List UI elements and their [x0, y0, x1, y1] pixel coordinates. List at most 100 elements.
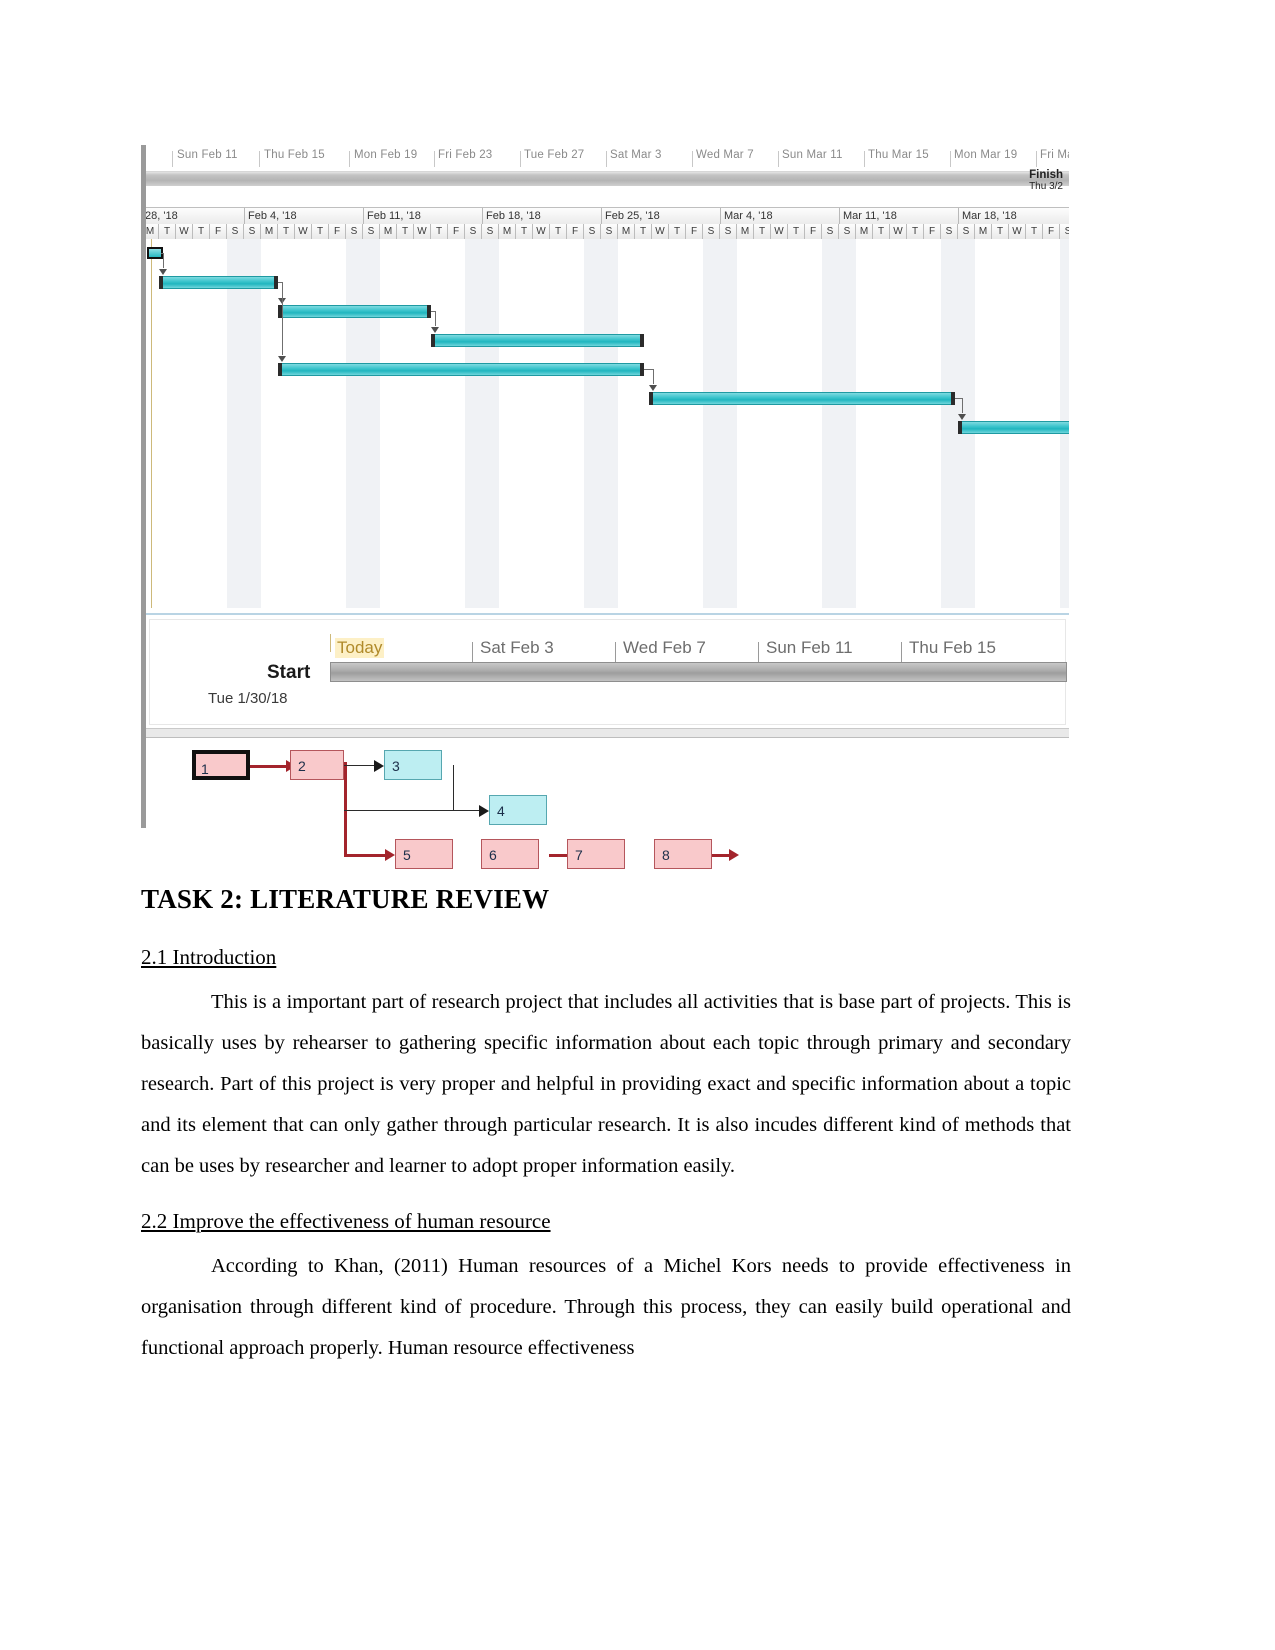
overview-label-10: Fri Mar: [1040, 149, 1069, 161]
overview-label-1: Thu Feb 15: [264, 149, 325, 161]
gantt-weekend-shade: [346, 239, 363, 608]
gantt-day-cell: T: [669, 224, 686, 239]
overview-tick: [349, 151, 350, 167]
task-2-bar[interactable]: [159, 276, 278, 289]
gantt-day-cell: S: [363, 224, 380, 239]
gantt-week-1: Feb 4, '18: [245, 208, 364, 224]
network-node-5[interactable]: 5: [395, 839, 453, 869]
network-node-2[interactable]: 2: [290, 750, 344, 780]
gantt-weekend-shade: [363, 239, 380, 608]
gantt-day-cell: M: [499, 224, 516, 239]
task-4-bar[interactable]: [431, 334, 644, 347]
gantt-day-cell: T: [397, 224, 414, 239]
finish-label: Finish: [1029, 169, 1063, 181]
gantt-chart[interactable]: 28, '18 Feb 4, '18 Feb 11, '18 Feb 18, '…: [146, 207, 1069, 608]
overview-label-5: Sat Mar 3: [610, 149, 662, 161]
timeline-inner-frame: Today Sat Feb 3 Wed Feb 7 Sun Feb 11 Thu…: [149, 619, 1067, 725]
network-diagram-canvas[interactable]: 1 2 3 4 5 6 7 8: [146, 738, 1069, 869]
overview-tick: [692, 151, 693, 167]
overview-tick: [520, 151, 521, 167]
network-node-2-label: 2: [298, 758, 306, 774]
gantt-day-cell: W: [295, 224, 312, 239]
gantt-weekend-shade: [822, 239, 839, 608]
document-body: TASK 2: LITERATURE REVIEW 2.1 Introducti…: [141, 884, 1071, 1391]
gantt-day-cell: S: [822, 224, 839, 239]
document-page: Sun Feb 11 Thu Feb 15 Mon Feb 19 Fri Feb…: [0, 0, 1275, 1650]
network-node-7[interactable]: 7: [567, 839, 625, 869]
network-node-4[interactable]: 4: [489, 795, 547, 825]
edge-2-3-arrow: [374, 760, 384, 772]
network-node-3[interactable]: 3: [384, 750, 442, 780]
overview-label-0: Sun Feb 11: [177, 149, 238, 161]
gantt-weekend-shade: [703, 239, 720, 608]
gantt-day-cell: W: [414, 224, 431, 239]
link-6-7-arrow: [958, 414, 966, 420]
network-diagram[interactable]: 1 2 3 4 5 6 7 8: [146, 729, 1069, 869]
gantt-week-2: Feb 11, '18: [364, 208, 483, 224]
link-3-4-arrow: [431, 327, 439, 333]
timeline-today-tick: [330, 634, 331, 652]
gantt-weekend-shade: [601, 239, 618, 608]
gantt-day-cell: F: [210, 224, 227, 239]
task-6-bar[interactable]: [648, 392, 955, 405]
timeline-start-label: Start: [267, 662, 311, 683]
gantt-day-cell: T: [907, 224, 924, 239]
gantt-weekend-shade: [941, 239, 958, 608]
gantt-day-cell: T: [550, 224, 567, 239]
gantt-day-cell: S: [227, 224, 244, 239]
gantt-day-cell: S: [1060, 224, 1069, 239]
network-node-6[interactable]: 6: [481, 839, 539, 869]
overview-progress-band: [146, 171, 1069, 186]
section-body-2-2: According to Khan, (2011) Human resource…: [141, 1255, 1071, 1359]
task-7-bar[interactable]: [958, 421, 1069, 434]
gantt-day-cell: S: [703, 224, 720, 239]
gantt-day-cell: S: [941, 224, 958, 239]
overview-tick: [778, 151, 779, 167]
timeline-start-date: Tue 1/30/18: [208, 690, 288, 707]
gantt-day-cell: M: [975, 224, 992, 239]
section-heading-2-1: 2.1 Introduction: [141, 945, 277, 969]
network-node-1-label: 1: [201, 761, 209, 777]
gantt-day-cell: S: [465, 224, 482, 239]
network-node-1[interactable]: 1: [192, 750, 250, 780]
overview-label-3: Fri Feb 23: [438, 149, 493, 161]
edge-2-4: [344, 810, 484, 811]
network-node-8[interactable]: 8: [654, 839, 712, 869]
overview-label-6: Wed Mar 7: [696, 149, 754, 161]
timeline-project-band[interactable]: [330, 662, 1067, 682]
gantt-day-cell: T: [873, 224, 890, 239]
gantt-day-cell: W: [890, 224, 907, 239]
overview-label-7: Sun Mar 11: [782, 149, 843, 161]
overview-tick: [950, 151, 951, 167]
link-5-6-v: [652, 369, 654, 384]
gantt-day-cell: M: [856, 224, 873, 239]
gantt-day-cell: F: [924, 224, 941, 239]
gantt-week-5: Mar 4, '18: [721, 208, 840, 224]
gantt-week-6: Mar 11, '18: [840, 208, 959, 224]
gantt-day-cell: W: [176, 224, 193, 239]
gantt-day-cell: M: [737, 224, 754, 239]
project-timeline-band[interactable]: Today Sat Feb 3 Wed Feb 7 Sun Feb 11 Thu…: [146, 613, 1069, 729]
link-1-2-arrow: [159, 269, 167, 275]
gantt-day-cell: T: [278, 224, 295, 239]
edge-3-4-vert: [453, 765, 454, 810]
timeline-label-3: Thu Feb 15: [909, 638, 996, 657]
gantt-day-cell: T: [1026, 224, 1043, 239]
gantt-day-cell: F: [567, 224, 584, 239]
overview-tick: [172, 151, 173, 167]
gantt-day-cell: F: [329, 224, 346, 239]
gantt-week-3: Feb 18, '18: [483, 208, 602, 224]
gantt-day-cell: T: [635, 224, 652, 239]
page-title: TASK 2: LITERATURE REVIEW: [141, 884, 550, 914]
edge-2-4-arrow: [479, 805, 489, 817]
finish-date: Thu 3/2: [1029, 181, 1063, 192]
gantt-day-cell: W: [771, 224, 788, 239]
overview-tick: [1036, 151, 1037, 167]
gantt-day-cell: M: [146, 224, 159, 239]
link-2-5-v: [282, 282, 283, 355]
gantt-day-cell: S: [958, 224, 975, 239]
task-3-bar[interactable]: [278, 305, 431, 318]
gantt-plot-area[interactable]: [146, 239, 1069, 608]
network-node-3-label: 3: [392, 758, 400, 774]
task-5-bar[interactable]: [278, 363, 644, 376]
